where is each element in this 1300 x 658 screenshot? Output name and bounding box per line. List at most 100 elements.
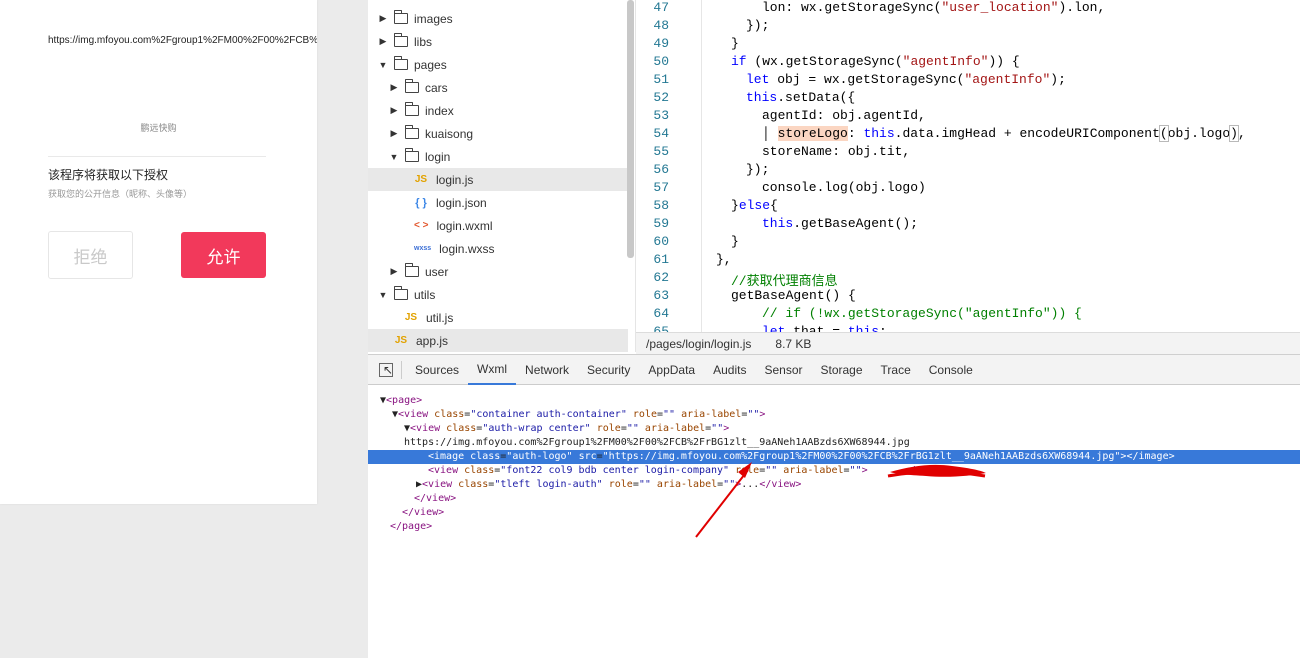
tree-item-login-js[interactable]: JS login.js [368,168,628,191]
line-number: 54 [653,126,669,141]
file-tree: ▶ images ▶ libs ▼ pages ▶ cars ▶ index ▶… [368,0,636,352]
allow-button[interactable]: 允许 [181,232,266,278]
chevron-right-icon[interactable]: ▶ [378,13,388,24]
code-line: }); [746,162,770,177]
tree-item-login-json[interactable]: { } login.json [368,191,628,214]
tab-security[interactable]: Security [578,355,639,385]
file-tree-scrollbar[interactable] [627,0,634,258]
tree-item-images[interactable]: ▶ images [368,7,628,30]
folder-icon [394,10,408,24]
company-name: 鹏远快购 [140,123,177,133]
folder-icon [405,79,419,93]
dom-node-view-login-company[interactable]: <view class="font22 col9 bdb center logi… [368,464,1300,478]
tab-wxml[interactable]: Wxml [468,355,517,385]
divider [48,156,266,157]
tree-item-util-js[interactable]: JS util.js [368,306,628,329]
tab-trace[interactable]: Trace [872,355,920,385]
folder-open-icon [394,56,408,70]
tab-audits[interactable]: Audits [704,355,755,385]
inspect-element-icon[interactable] [379,362,393,377]
code-line: } [731,36,739,51]
tree-item-login-wxss[interactable]: wxss login.wxss [368,237,628,260]
tree-item-user[interactable]: ▶ user [368,260,628,283]
tree-item-cars[interactable]: ▶ cars [368,76,628,99]
auth-title: 该程序将获取以下授权 [48,168,169,182]
tree-item-login[interactable]: ▼ login [368,145,628,168]
dom-close-view[interactable]: </view> [368,506,1300,520]
line-number: 60 [653,234,669,249]
code-line: console.log(obj.logo) [762,180,926,195]
chevron-right-icon[interactable]: ▶ [389,105,399,116]
javascript-file-icon: JS [404,312,418,323]
line-number: 50 [653,54,669,69]
dom-text-node[interactable]: https://img.mfoyou.com%2Fgroup1%2FM00%2F… [368,436,1300,450]
tab-storage[interactable]: Storage [812,355,872,385]
simulator-phone-screen: https://img.mfoyou.com%2Fgroup1%2FM00%2F… [0,0,317,504]
code-line: getBaseAgent() { [731,288,856,303]
line-number: 53 [653,108,669,123]
code-line: agentId: obj.agentId, [762,108,926,123]
file-path: /pages/login/login.js [646,336,752,351]
tab-appdata[interactable]: AppData [639,355,704,385]
chevron-down-icon[interactable]: ▼ [378,60,388,70]
wxss-file-icon: wxss [414,245,432,252]
code-line: this.getBaseAgent(); [762,216,919,231]
chevron-down-icon[interactable]: ▼ [378,290,388,300]
tab-sensor[interactable]: Sensor [755,355,811,385]
tab-console[interactable]: Console [920,355,982,385]
dom-node-view-container[interactable]: ▼<view class="container auth-container" … [368,408,1300,422]
code-line: │ storeLogo: this.data.imgHead + encodeU… [762,125,1246,142]
editor-status-bar: /pages/login/login.js 8.7 KB [636,332,1300,354]
dom-node-page[interactable]: ▼<page> [368,394,1300,408]
tree-item-app-js[interactable]: JS app.js [368,329,628,352]
line-number: 51 [653,72,669,87]
devtools-tab-bar: Sources Wxml Network Security AppData Au… [368,355,1300,385]
tree-item-pages[interactable]: ▼ pages [368,53,628,76]
line-number: 59 [653,216,669,231]
folder-icon [405,125,419,139]
dom-node-view-login-auth[interactable]: ▶<view class="tleft login-auth" role="" … [368,478,1300,492]
dom-node-image-auth-logo[interactable]: <image class="auth-logo" src="https://im… [368,450,1300,464]
dom-close-view[interactable]: </view> [368,492,1300,506]
code-editor[interactable]: 47 48 49 50 51 52 53 54 55 56 57 58 59 6… [636,0,1300,332]
tree-item-libs[interactable]: ▶ libs [368,30,628,53]
auth-subtitle: 获取您的公开信息（昵称、头像等） [48,189,193,199]
line-number: 56 [653,162,669,177]
tab-sources[interactable]: Sources [406,355,468,385]
code-line: let obj = wx.getStorageSync("agentInfo")… [746,72,1066,87]
dom-node-view-auth-wrap[interactable]: ▼<view class="auth-wrap center" role="" … [368,422,1300,436]
json-file-icon: { } [415,196,427,209]
tree-item-index[interactable]: ▶ index [368,99,628,122]
line-number: 58 [653,198,669,213]
code-line: // if (!wx.getStorageSync("agentInfo")) … [762,306,1082,321]
code-line: storeName: obj.tit, [762,144,911,159]
tree-item-login-wxml[interactable]: < > login.wxml [368,214,628,237]
line-number: 62 [653,270,669,285]
logo-image-url-text: https://img.mfoyou.com%2Fgroup1%2FM00%2F… [48,35,317,46]
code-line: let that = this; [762,324,887,332]
tab-separator [401,360,402,379]
chevron-right-icon[interactable]: ▶ [389,128,399,139]
tree-item-utils[interactable]: ▼ utils [368,283,628,306]
folder-icon [405,102,419,116]
tree-item-kuaisong[interactable]: ▶ kuaisong [368,122,628,145]
line-number: 49 [653,36,669,51]
line-number: 64 [653,306,669,321]
line-number-gutter: 47 48 49 50 51 52 53 54 55 56 57 58 59 6… [636,0,702,332]
folder-open-icon [405,148,419,162]
chevron-down-icon[interactable]: ▼ [389,152,399,162]
chevron-right-icon[interactable]: ▶ [389,266,399,277]
javascript-file-icon: JS [394,335,408,346]
code-line: //获取代理商信息 [731,274,838,289]
code-line: if (wx.getStorageSync("agentInfo")) { [731,54,1020,69]
tab-network[interactable]: Network [516,355,578,385]
line-number: 63 [653,288,669,303]
chevron-right-icon[interactable]: ▶ [378,36,388,47]
chevron-right-icon[interactable]: ▶ [389,82,399,93]
reject-button[interactable]: 拒绝 [48,231,133,279]
wxml-file-icon: < > [414,220,429,231]
folder-icon [405,263,419,277]
folder-icon [394,33,408,47]
code-line: }, [716,252,732,267]
dom-close-page[interactable]: </page> [368,520,1300,534]
